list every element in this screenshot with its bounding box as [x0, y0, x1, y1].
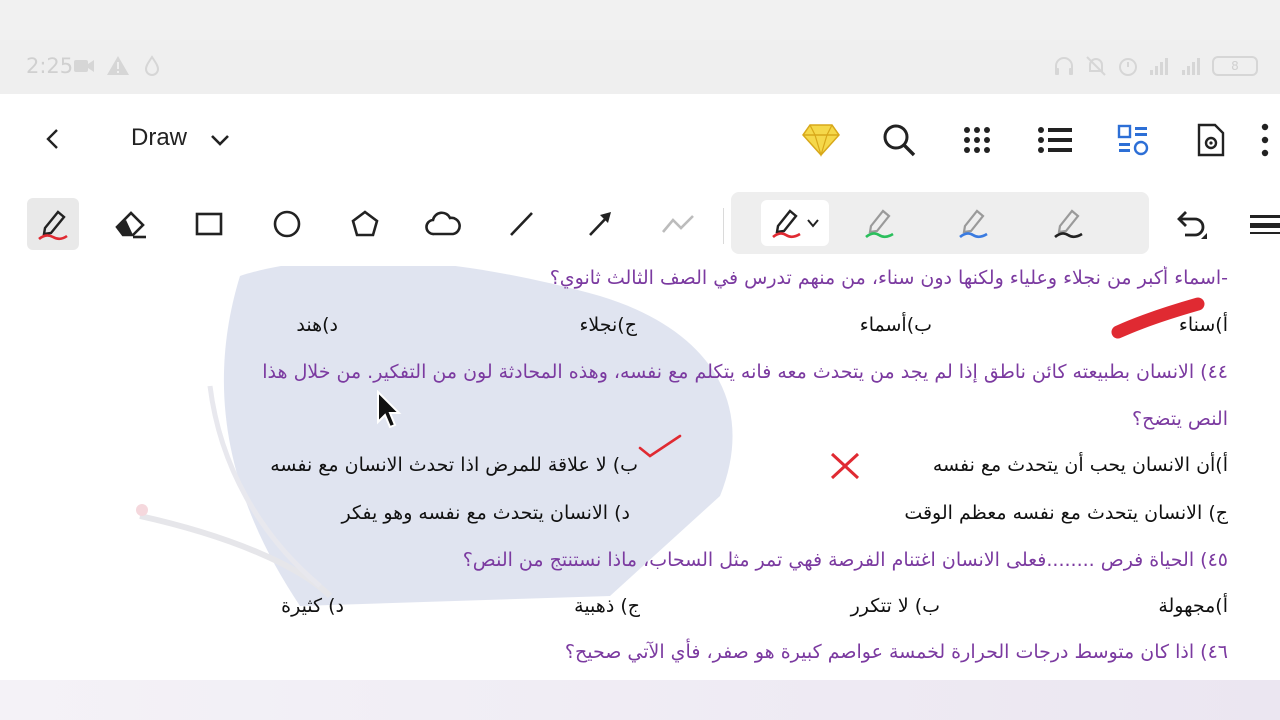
- status-time: 2:25: [26, 54, 74, 78]
- polyline-tool[interactable]: [652, 198, 704, 250]
- pen-green-icon: [865, 209, 894, 239]
- pen-blue-icon: [959, 209, 988, 239]
- organize-button[interactable]: [1094, 118, 1172, 162]
- undo-icon: [1177, 211, 1207, 239]
- top-actions: [782, 118, 1280, 162]
- circle-tool[interactable]: [261, 198, 313, 250]
- stroke-width-icon: [1250, 215, 1280, 234]
- rectangle-icon: [195, 212, 223, 236]
- video-camera-icon: [74, 60, 94, 72]
- battery-indicator: 8: [1212, 56, 1258, 76]
- organize-pages-icon: [1117, 124, 1149, 156]
- document-canvas[interactable]: -اسماء أكبر من نجلاء وعلياء ولكنها دون س…: [0, 266, 1280, 680]
- chevron-down-icon: [807, 219, 819, 228]
- chevron-down-icon[interactable]: [206, 126, 234, 154]
- pen-preset-green[interactable]: [845, 200, 913, 246]
- cloud-icon: [425, 211, 461, 236]
- red-check-mark: [638, 434, 682, 458]
- signal-icon: [1150, 58, 1168, 75]
- premium-button[interactable]: [782, 118, 860, 162]
- grid-icon: [964, 127, 990, 153]
- undo-button[interactable]: [1164, 198, 1216, 250]
- arrow-icon: [589, 212, 611, 236]
- apps-button[interactable]: [938, 118, 1016, 162]
- file-gear-icon: [1197, 123, 1225, 157]
- red-highlight-stroke: [1111, 297, 1205, 339]
- pen-presets: [731, 192, 1149, 254]
- pen-preset-black[interactable]: [1034, 200, 1102, 246]
- mouse-cursor-icon: [377, 390, 402, 429]
- back-arrow-icon[interactable]: [38, 124, 68, 154]
- stroke-settings-button[interactable]: [1240, 198, 1280, 250]
- polygon-tool[interactable]: [339, 198, 391, 250]
- arrow-tool[interactable]: [574, 198, 626, 250]
- pen-black-icon: [1054, 209, 1083, 239]
- polyline-icon: [662, 215, 694, 233]
- alarm-icon: [1119, 58, 1137, 76]
- toolbar-divider: [723, 208, 724, 244]
- pentagon-icon: [351, 210, 379, 237]
- status-right-icons: 8: [1052, 54, 1258, 78]
- list-button[interactable]: [1016, 118, 1094, 162]
- bottom-bar: [0, 680, 1280, 720]
- pen-tool[interactable]: [27, 198, 79, 250]
- pen-red-icon: [772, 209, 801, 239]
- circle-icon: [273, 210, 301, 238]
- headset-icon: [1055, 57, 1073, 75]
- pen-icon: [38, 210, 68, 241]
- search-icon: [883, 124, 916, 157]
- pen-preset-red[interactable]: [761, 200, 829, 246]
- cloud-tool[interactable]: [417, 198, 469, 250]
- more-vertical-icon: [1261, 123, 1269, 157]
- top-app-bar: Draw: [0, 94, 1280, 188]
- ink-annotations: [638, 297, 1205, 480]
- rectangle-tool[interactable]: [183, 198, 235, 250]
- line-tool[interactable]: [495, 198, 547, 250]
- pen-preset-blue[interactable]: [939, 200, 1007, 246]
- status-left-icons: [72, 54, 164, 78]
- warning-icon: [107, 56, 129, 75]
- mode-title[interactable]: Draw: [131, 124, 187, 152]
- drop-icon: [144, 55, 160, 76]
- search-button[interactable]: [860, 118, 938, 162]
- file-settings-button[interactable]: [1172, 118, 1250, 162]
- eraser-icon: [115, 211, 146, 239]
- red-x-mark: [830, 452, 860, 480]
- mute-bell-icon: [1086, 56, 1106, 76]
- line-icon: [510, 212, 533, 236]
- more-button[interactable]: [1250, 118, 1280, 162]
- list-icon: [1038, 127, 1072, 153]
- eraser-tool[interactable]: [105, 198, 157, 250]
- diamond-icon: [802, 124, 840, 157]
- status-bar: 2:25 8: [0, 40, 1280, 94]
- draw-toolbar: [0, 188, 1280, 266]
- signal-icon-2: [1182, 58, 1200, 75]
